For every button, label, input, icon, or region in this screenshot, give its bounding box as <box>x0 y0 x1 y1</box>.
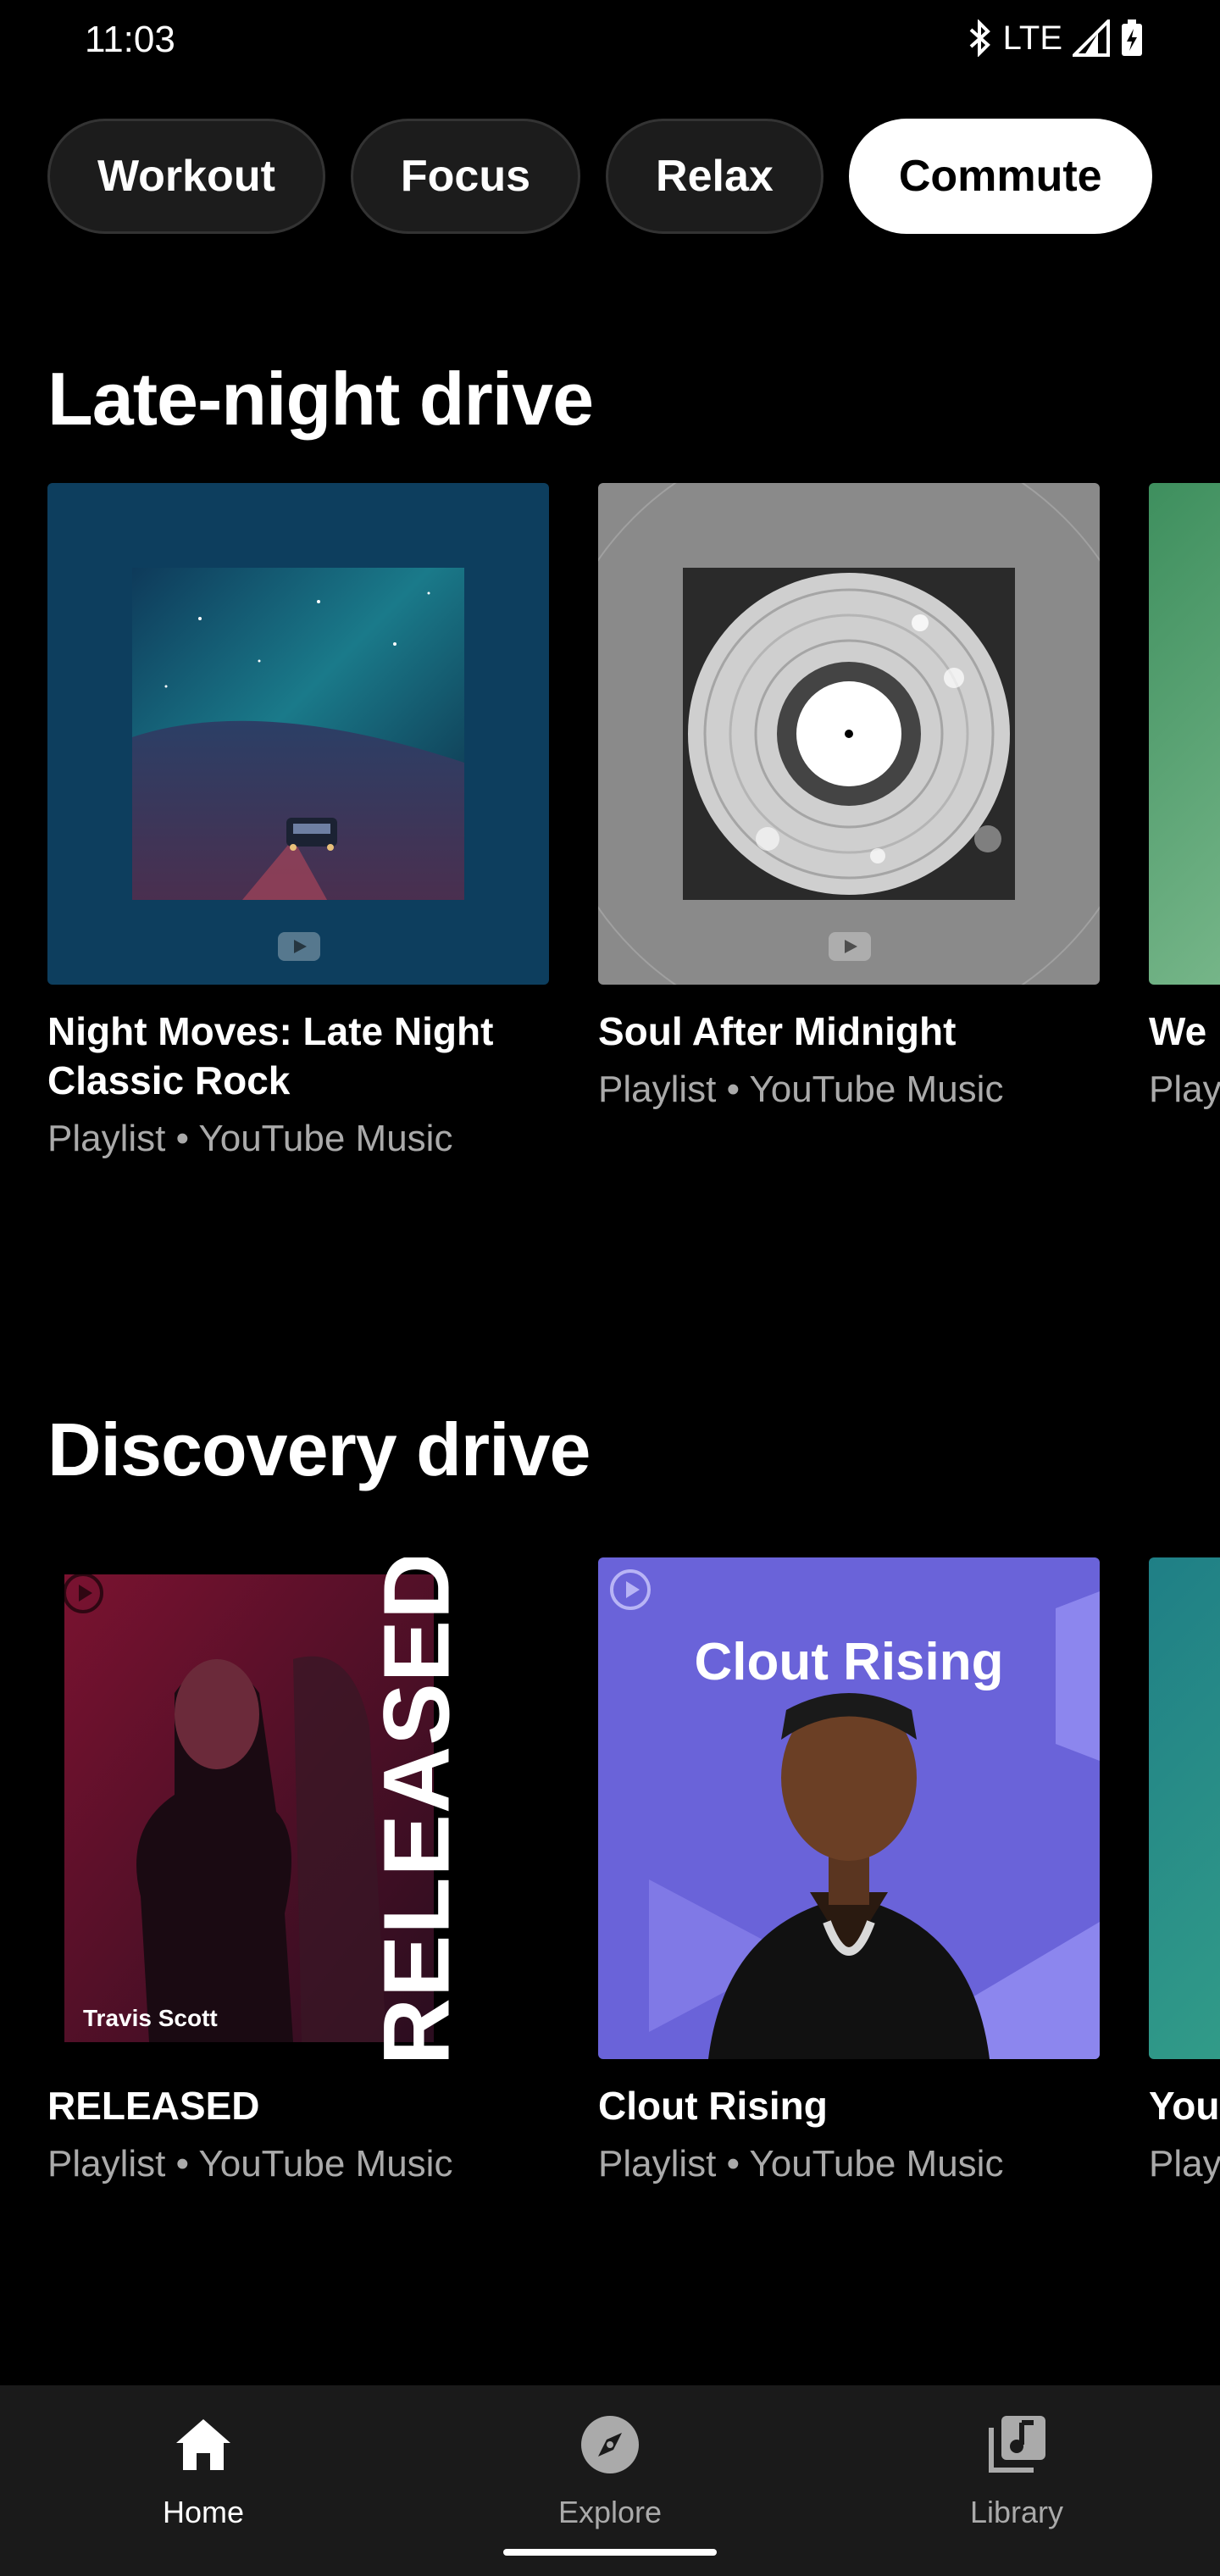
bottom-navigation: Home Explore Library <box>0 2385 1220 2576</box>
network-type: LTE <box>1002 19 1062 57</box>
card-title: Clout Rising <box>598 2084 828 2128</box>
card-subtitle: Playlist • YouTube Music <box>47 1118 453 1159</box>
card-title: Night Moves: Late Night Classic Rock <box>47 1009 494 1102</box>
playlist-card-clout-rising[interactable]: Clout Rising Clout Rising Playlist • You… <box>598 1557 1100 2188</box>
chip-relax[interactable]: Relax <box>606 119 824 234</box>
nav-label: Library <box>969 2495 1064 2529</box>
nav-library[interactable]: Library <box>864 2411 1169 2530</box>
card-subtitle: Playlist • YouTube Music <box>598 2143 1004 2185</box>
chip-focus[interactable]: Focus <box>350 119 581 234</box>
playlist-card-released[interactable]: Travis Scott RELEASED RELEASED Playlist … <box>47 1557 549 2188</box>
mood-chips: Workout Focus Relax Commute <box>47 119 1152 234</box>
card-title: Soul After Midnight <box>598 1009 957 1053</box>
status-icons: LTE <box>968 19 1144 58</box>
card-subtitle: Playlist • YouTube Music <box>47 2143 453 2185</box>
explore-icon <box>581 2416 639 2473</box>
playlist-cover <box>1149 483 1220 985</box>
home-icon <box>176 2419 230 2470</box>
status-bar: 11:03 LTE <box>0 0 1220 85</box>
battery-icon <box>1122 19 1142 56</box>
nav-label: Home <box>162 2495 245 2529</box>
home-indicator-bar[interactable] <box>503 2549 717 2556</box>
nav-label: Explore <box>557 2495 663 2529</box>
playlist-cover <box>47 483 549 985</box>
playlist-cover: Clout Rising <box>598 1557 1100 2059</box>
card-title: You <box>1149 2084 1220 2128</box>
playlist-cover <box>1149 1557 1220 2059</box>
bluetooth-icon <box>969 19 990 57</box>
released-artwork <box>63 1573 434 2042</box>
chip-commute[interactable]: Commute <box>848 119 1152 234</box>
card-title: We I <box>1149 1009 1220 1053</box>
cover-artist-label: Travis Scott <box>83 2005 218 2031</box>
night-drive-artwork <box>47 483 549 985</box>
playlist-card-soul-after-midnight[interactable]: Soul After Midnight Playlist • YouTube M… <box>598 483 1100 1113</box>
section-title-late-night-drive: Late-night drive <box>47 357 594 441</box>
chip-workout[interactable]: Workout <box>47 119 325 234</box>
playlist-cover: Travis Scott RELEASED <box>47 1557 549 2059</box>
vinyl-record-artwork <box>598 483 1100 985</box>
card-subtitle: Playlist • YouTube Music <box>598 1069 1004 1110</box>
playlist-card-partial[interactable]: We I Play <box>1149 483 1220 1113</box>
library-icon <box>989 2416 1045 2473</box>
youtube-mini-icon <box>829 932 871 961</box>
discovery-drive-carousel[interactable]: Travis Scott RELEASED RELEASED Playlist … <box>47 1557 1220 2201</box>
playlist-card-night-moves[interactable]: Night Moves: Late Night Classic Rock Pla… <box>47 483 549 1163</box>
card-subtitle: Play <box>1149 2143 1220 2185</box>
signal-icon <box>1073 19 1110 57</box>
card-title: RELEASED <box>47 2084 260 2128</box>
nav-home[interactable]: Home <box>51 2411 356 2530</box>
youtube-mini-icon <box>278 932 320 961</box>
status-time: 11:03 <box>85 19 175 60</box>
cover-title-text: Clout Rising <box>694 1633 1004 1691</box>
card-subtitle: Play <box>1149 1069 1220 1110</box>
late-night-drive-carousel[interactable]: Night Moves: Late Night Classic Rock Pla… <box>47 483 1220 1178</box>
playlist-card-partial[interactable]: You Play <box>1149 1557 1220 2188</box>
playlist-cover <box>598 483 1100 985</box>
section-title-discovery-drive: Discovery drive <box>47 1407 591 1491</box>
nav-explore[interactable]: Explore <box>458 2411 762 2530</box>
cover-title-text: RELEASED <box>364 1557 469 2059</box>
